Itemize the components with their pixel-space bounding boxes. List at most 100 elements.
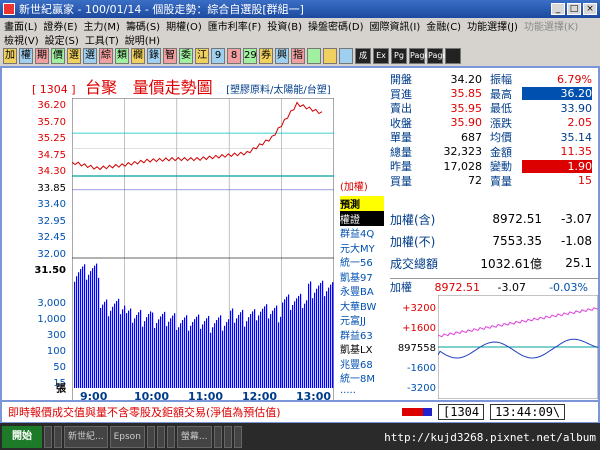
menu-item-9[interactable]: 金融(C) xyxy=(426,18,461,33)
price-tick: 35.25 xyxy=(37,133,66,144)
toolbar-button-6[interactable]: 綜 xyxy=(99,48,113,64)
taskbar-item[interactable]: 螢幕... xyxy=(176,425,212,448)
broker-item[interactable]: 元富JJ xyxy=(340,312,384,327)
volume-bar xyxy=(234,322,236,388)
menu-item-2[interactable]: 主力(M) xyxy=(84,18,120,33)
menu-item-6[interactable]: 投資(B) xyxy=(267,18,302,33)
taskbar-item[interactable] xyxy=(223,425,232,448)
minimize-button[interactable]: _ xyxy=(551,3,565,15)
volume-bar xyxy=(322,280,324,388)
toolbar-button-19[interactable] xyxy=(307,48,321,64)
menu-item-3[interactable]: 籌碼(S) xyxy=(126,18,160,33)
toolbar-button-20[interactable] xyxy=(323,48,337,64)
broker-item[interactable]: 群益4Q xyxy=(340,225,384,240)
broker-item[interactable]: 凱基LX xyxy=(340,341,384,356)
toolbar-button-10[interactable]: 智 xyxy=(163,48,177,64)
volume-bar xyxy=(284,299,286,388)
toolbar-button-3[interactable]: 價 xyxy=(51,48,65,64)
volume-bar xyxy=(186,315,188,388)
volume-bar xyxy=(86,279,88,388)
toolbar-button-16[interactable]: 券 xyxy=(259,48,273,64)
menu-item-0[interactable]: 畫面(L) xyxy=(4,18,37,33)
toolbar-button-5[interactable]: 選 xyxy=(83,48,97,64)
taskbar-item[interactable]: 新世紀... xyxy=(64,425,108,448)
volume-bar xyxy=(148,313,150,388)
menu-item-5[interactable]: 匯市利率(F) xyxy=(208,18,262,33)
taskbar-item[interactable] xyxy=(44,425,52,448)
menu-sub-item-2[interactable]: 工具(T) xyxy=(85,32,119,47)
toolbar-button-13[interactable]: 9 xyxy=(211,48,225,64)
broker-item[interactable]: 元大MY xyxy=(340,240,384,255)
taskbar-item[interactable] xyxy=(146,425,155,448)
close-button[interactable]: × xyxy=(583,3,597,15)
volume-bar xyxy=(202,324,204,388)
broker-item[interactable]: 大華BW xyxy=(340,298,384,313)
taskbar-item[interactable] xyxy=(166,425,175,448)
toolbar-button-22[interactable]: 成 xyxy=(355,48,371,64)
menu-item-7[interactable]: 操盤密碼(D) xyxy=(308,18,364,33)
taskbar-item[interactable] xyxy=(213,425,222,448)
broker-item[interactable]: 統一56 xyxy=(340,254,384,269)
price-tick: 33.85 xyxy=(37,182,66,194)
toolbar-button-14[interactable]: 8 xyxy=(227,48,241,64)
menu-sub-item-3[interactable]: 說明(H) xyxy=(125,32,160,47)
menu-sub-item-0[interactable]: 檢視(V) xyxy=(4,32,39,47)
broker-item[interactable]: 凱基97 xyxy=(340,269,384,284)
menu-item-4[interactable]: 期權(O) xyxy=(166,18,202,33)
volume-bar xyxy=(132,322,134,388)
broker-item[interactable]: 兆豐68 xyxy=(340,356,384,371)
toolbar-button-12[interactable]: 江 xyxy=(195,48,209,64)
volume-bar xyxy=(330,284,332,388)
toolbar-button-8[interactable]: 欄 xyxy=(131,48,145,64)
volume-bar xyxy=(292,304,294,388)
toolbar-button-11[interactable]: 委 xyxy=(179,48,193,64)
toolbar-button-9[interactable]: 錄 xyxy=(147,48,161,64)
toolbar-button-15[interactable]: 29 xyxy=(243,48,257,64)
start-button[interactable]: 開始 xyxy=(2,425,42,448)
quote-row: 昨量 17,028 變動 1.90 xyxy=(390,159,598,174)
volume-bar xyxy=(172,315,174,388)
broker-item[interactable]: 統一8M xyxy=(340,370,384,385)
toolbar-button-4[interactable]: 選 xyxy=(67,48,81,64)
broker-item[interactable]: 永豐BA xyxy=(340,283,384,298)
toolbar-button-7[interactable]: 類 xyxy=(115,48,129,64)
volume-bar xyxy=(316,288,318,388)
menu-item-1[interactable]: 證券(E) xyxy=(43,18,77,33)
volume-bar xyxy=(158,319,160,388)
broker-item[interactable]: 群益63 xyxy=(340,327,384,342)
toolbar-button-2[interactable]: 期 xyxy=(35,48,49,64)
industry-tags[interactable]: [塑膠原料/太陽能/台塑] xyxy=(226,85,331,96)
toolbar-button-27[interactable] xyxy=(445,48,461,64)
price-volume-chart[interactable] xyxy=(72,98,334,402)
broker-item[interactable]: ..... xyxy=(340,385,384,396)
menu-item-11[interactable]: 功能選擇(K) xyxy=(524,18,578,33)
toolbar-button-23[interactable]: Ex xyxy=(373,48,389,64)
quote-label: 買量 xyxy=(390,174,412,188)
quote-value-2: 35.14 xyxy=(560,130,593,144)
toolbar-button-25[interactable]: Page xyxy=(409,48,429,64)
menu-sub-item-1[interactable]: 設定(S) xyxy=(45,32,79,47)
taskbar-item[interactable] xyxy=(156,425,165,448)
quote-value-2: 15 xyxy=(578,174,592,188)
toolbar-button-21[interactable] xyxy=(339,48,353,64)
broker-item[interactable]: 預測 xyxy=(340,196,384,211)
menu-item-10[interactable]: 功能選擇(J) xyxy=(467,18,518,33)
taskbar-item[interactable] xyxy=(54,425,62,448)
toolbar-button-24[interactable]: Pg xyxy=(391,48,407,64)
taskbar-item[interactable] xyxy=(233,425,242,448)
quote-row: 買進 35.85 最高 36.20 xyxy=(390,87,598,102)
toolbar-button-18[interactable]: 指 xyxy=(291,48,305,64)
index-mini-chart[interactable]: 加權 8972.51 -3.07 -0.03% +3200 +1600 897558… xyxy=(390,278,598,399)
menu-item-8[interactable]: 國際資訊(I) xyxy=(370,18,421,33)
volume-bar xyxy=(256,320,258,388)
toolbar-button-17[interactable]: 興 xyxy=(275,48,289,64)
toolbar-button-0[interactable]: 加 xyxy=(3,48,17,64)
taskbar-item[interactable]: Epson xyxy=(109,425,145,448)
toolbar: 加權期價選選綜類欄錄智委江 9 8 29 券興指成 Ex Pg Page Page xyxy=(0,46,600,66)
status-code[interactable]: [1304 xyxy=(438,404,485,420)
broker-item[interactable]: 權證 xyxy=(340,210,384,226)
toolbar-button-26[interactable]: Page xyxy=(427,48,447,64)
toolbar-button-1[interactable]: 權 xyxy=(19,48,33,64)
volume-bar xyxy=(188,330,190,388)
maximize-button[interactable]: □ xyxy=(567,3,581,15)
